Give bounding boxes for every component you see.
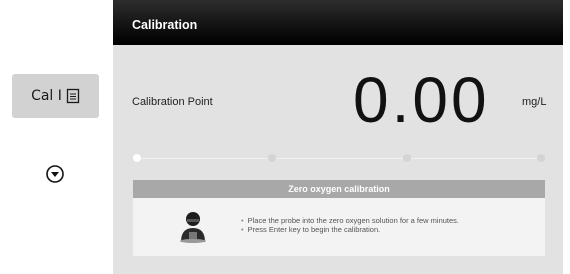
progress-track [135,158,542,159]
progress-step-1 [133,154,141,162]
calibration-screen: Calibration Calibration Point 0.00 mg/L … [113,0,563,274]
cal-button-label: Cal I [31,88,62,104]
measurement-unit: mg/L [522,96,547,108]
measurement-value: 0.00 [353,64,490,136]
info-box-body: • Place the probe into the zero oxygen so… [133,198,545,256]
instructions-list: • Place the probe into the zero oxygen so… [241,216,459,234]
instruction-item: • Place the probe into the zero oxygen so… [241,216,460,225]
document-icon [66,88,80,104]
instruction-item: • Press Enter key to begin the calibratio… [241,225,381,234]
progress-step-3 [403,154,411,162]
operator-avatar-icon [175,208,211,244]
screen-header: Calibration [113,0,563,45]
chevron-down-circle-icon[interactable] [46,165,64,183]
calibration-point-label: Calibration Point [132,96,213,108]
info-box-title: Zero oxygen calibration [133,180,545,198]
screen-title: Calibration [132,18,198,32]
progress-step-2 [268,154,276,162]
cal-button[interactable]: Cal I [12,74,99,118]
progress-step-4 [537,154,545,162]
